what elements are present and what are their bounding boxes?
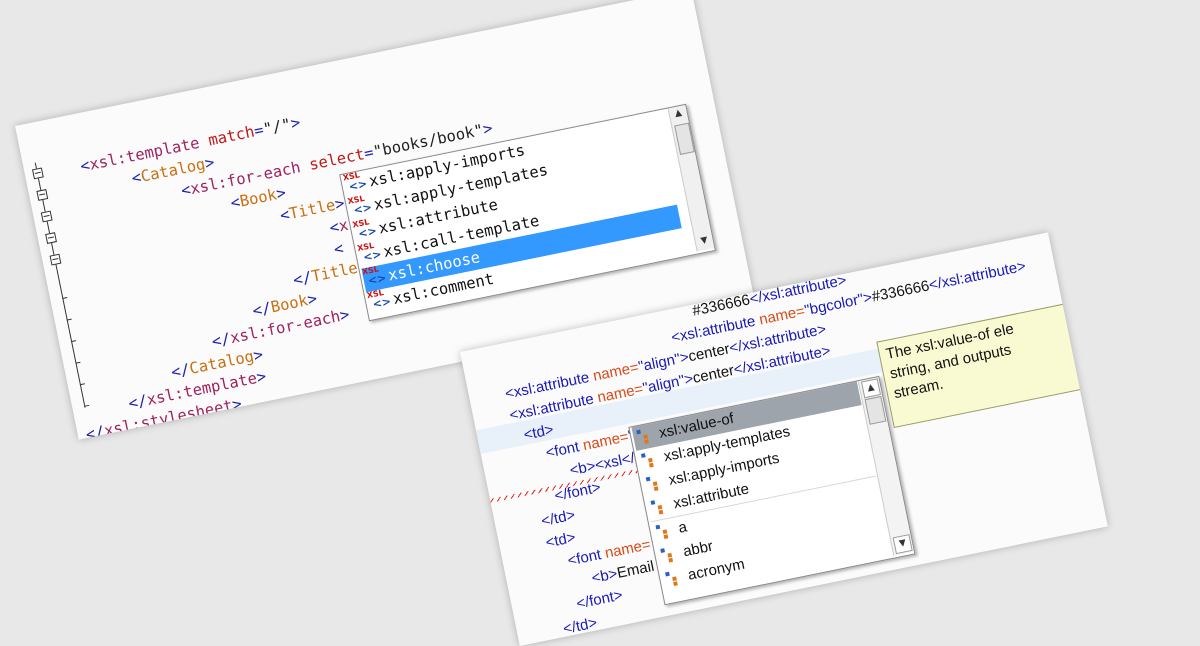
code-line: </td> [561,612,599,640]
scroll-down-arrow-icon[interactable]: ▼ [892,534,913,555]
element-description-tooltip: The xsl:value-of ele string, and outputs… [876,301,1090,429]
code-line: </font> [575,585,625,616]
scroll-up-arrow-icon[interactable]: ▲ [671,106,686,121]
fold-tick [75,361,81,364]
fold-gutter [29,160,98,409]
xsl-element-icon: XSL <> [361,264,388,288]
code-token: </xsl:attribute> [927,257,1028,294]
scroll-down-arrow-icon[interactable]: ▼ [697,234,712,249]
code-token: "/" [261,115,293,139]
code-token: match [206,122,257,150]
tag-icon [645,474,665,493]
scroll-thumb[interactable] [674,122,695,155]
xsl-element-icon: XSL <> [342,170,369,194]
code-token: > [230,394,244,415]
scroll-thumb[interactable] [864,395,887,425]
fold-tick [66,318,72,321]
code-token: #336666 [870,277,931,306]
fold-toggle-icon[interactable] [45,232,57,244]
tag-icon [636,427,655,446]
code-token: </font> [553,478,603,505]
tag-icon [640,451,660,470]
scroll-up-arrow-icon[interactable]: ▲ [860,378,882,399]
xsl-element-icon: XSL <> [356,240,383,265]
fold-tick [71,340,77,343]
fold-toggle-icon[interactable] [36,189,49,201]
fold-toggle-icon[interactable] [49,253,62,266]
code-token: Title [309,258,360,286]
xsl-element-icon: XSL <> [351,217,378,241]
code-token: </td> [561,614,599,638]
xsl-element-icon: XSL <> [366,287,393,312]
code-line: < [332,237,346,260]
code-token: <b> [590,565,619,588]
fold-tick [84,404,90,407]
code-token: <td> [522,421,556,444]
code-line: </font> [553,477,603,508]
code-token: Book [238,185,279,211]
code-token: Email [615,557,656,582]
fold-toggle-icon[interactable] [40,210,53,223]
tag-icon [650,498,670,517]
code-token: <td> [544,528,577,552]
fold-tick [62,297,68,300]
tag-icon [665,569,684,588]
tag-icon [660,546,679,565]
fold-toggle-icon[interactable] [32,167,44,180]
xsl-element-icon: XSL <> [346,193,374,218]
fold-tick [79,383,85,386]
code-token: < [332,239,346,259]
tag-icon [655,522,675,541]
code-token: </font> [574,586,625,613]
